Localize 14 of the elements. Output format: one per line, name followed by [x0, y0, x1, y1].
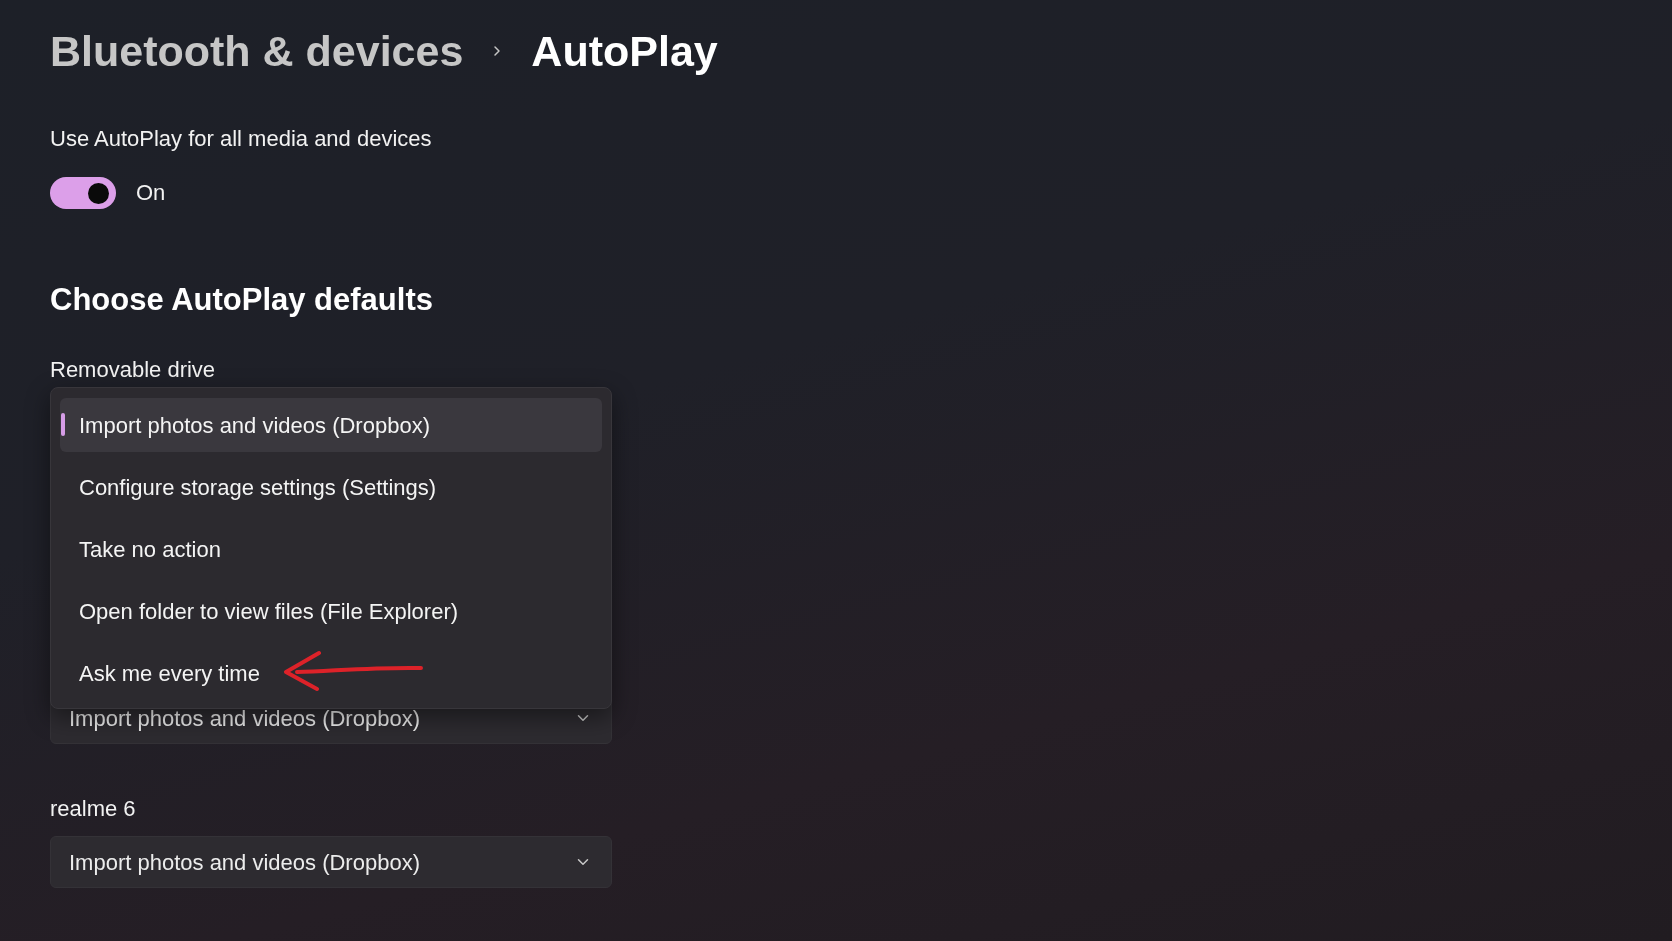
toggle-switch[interactable] [50, 177, 116, 209]
setting-label: Use AutoPlay for all media and devices [50, 126, 432, 152]
device-label: Removable drive [50, 357, 216, 383]
dropdown-option[interactable]: Import photos and videos (Dropbox) [60, 398, 602, 452]
toggle-state-label: On [136, 180, 166, 206]
left-arrow-icon [283, 650, 423, 692]
section-title: Choose AutoPlay defaults [50, 281, 433, 319]
device-label: realme 6 [50, 796, 136, 822]
dropdown-option[interactable]: Take no action [60, 522, 602, 576]
breadcrumb-link[interactable]: Bluetooth & devices [50, 26, 464, 76]
page-title: AutoPlay [531, 26, 718, 76]
dropdown-option[interactable]: Open folder to view files (File Explorer) [60, 584, 602, 638]
dropdown-field[interactable]: Import photos and videos (Dropbox) [50, 836, 612, 888]
dropdown-option[interactable]: Configure storage settings (Settings) [60, 460, 602, 514]
